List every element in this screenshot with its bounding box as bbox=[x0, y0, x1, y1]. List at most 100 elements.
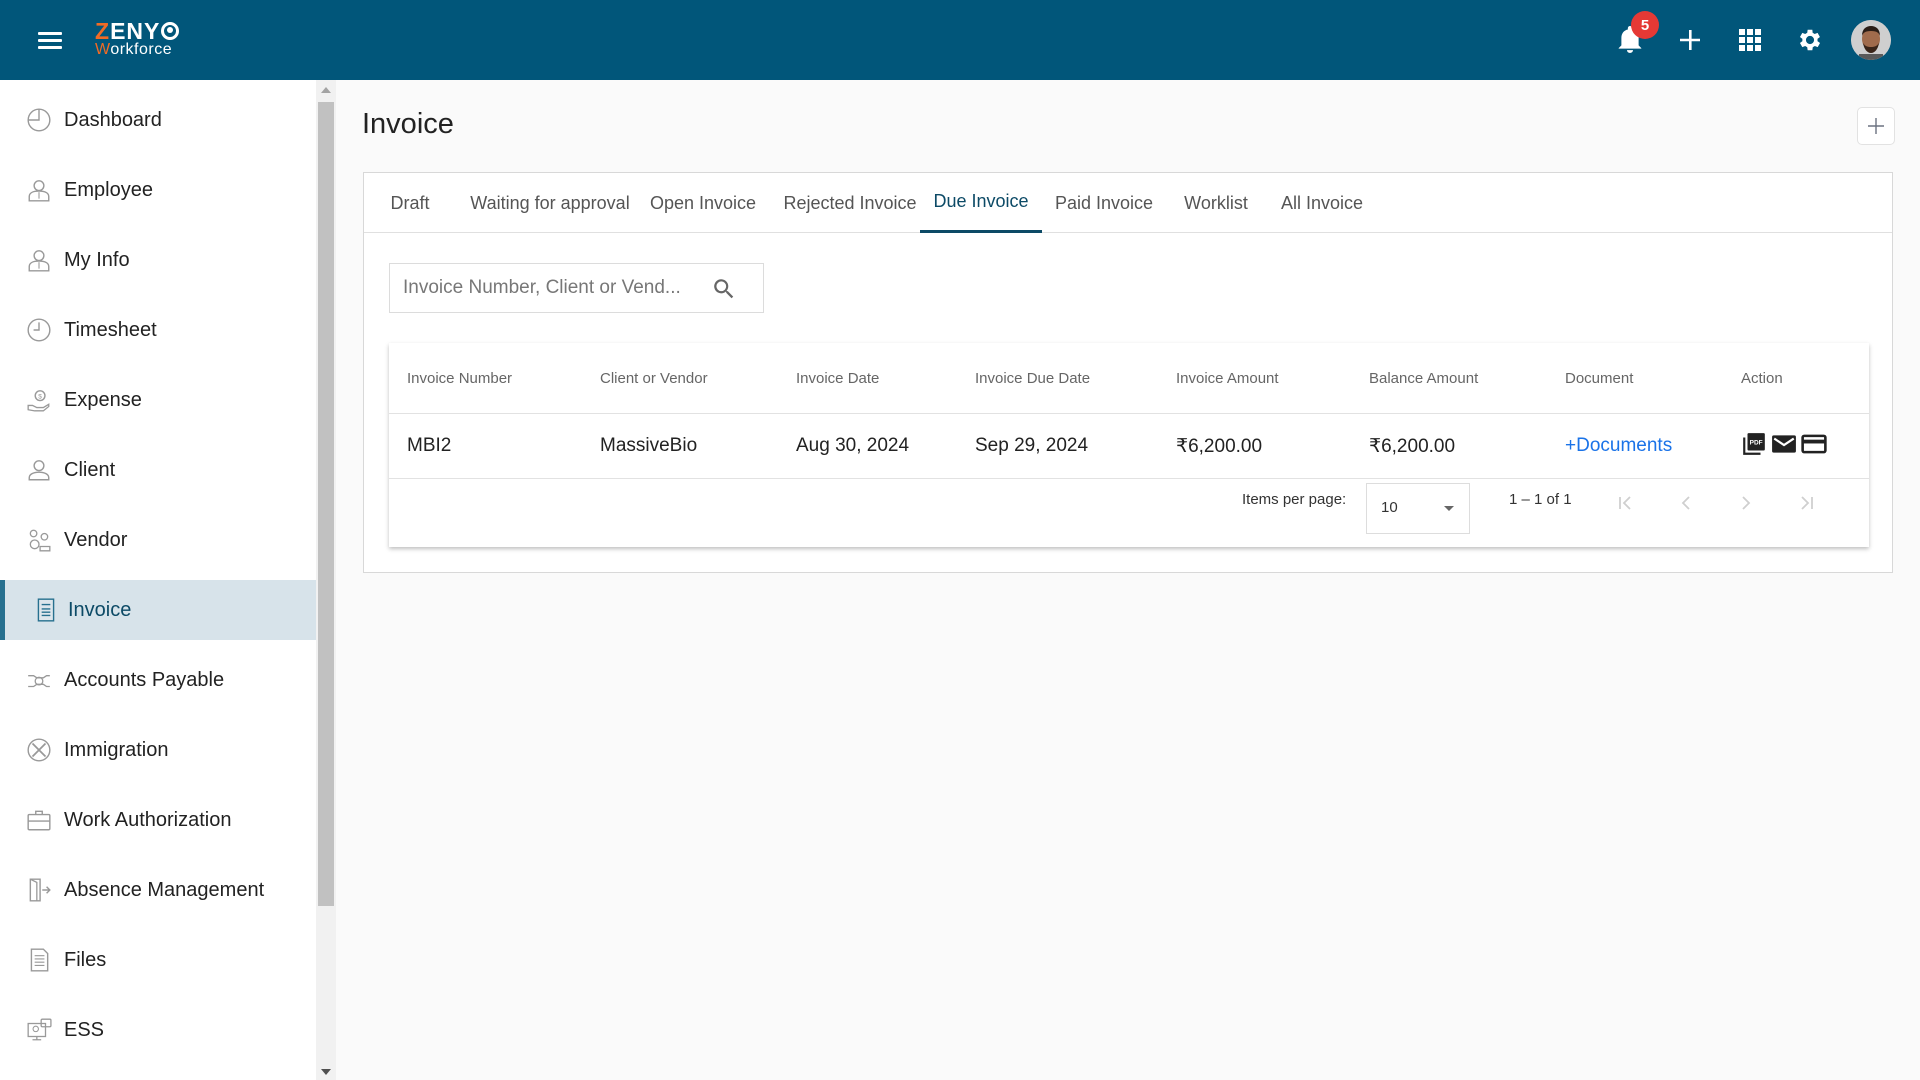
door-exit-icon bbox=[26, 877, 52, 903]
sidebar-item-label: Invoice bbox=[68, 598, 132, 621]
briefcase-icon bbox=[26, 807, 52, 833]
previous-page-button[interactable] bbox=[1672, 490, 1700, 516]
items-per-page-label: Items per page: bbox=[1242, 491, 1347, 508]
pdf-icon[interactable]: PDF bbox=[1741, 431, 1767, 457]
brand-logo[interactable]: ZENY Workforce bbox=[95, 20, 180, 58]
accounts-payable-icon bbox=[26, 667, 52, 693]
scroll-down-arrow-icon[interactable] bbox=[321, 1069, 331, 1075]
scrollbar-thumb[interactable] bbox=[318, 102, 334, 906]
tab-open-invoice[interactable]: Open Invoice bbox=[643, 173, 763, 233]
search-icon[interactable] bbox=[711, 276, 737, 302]
scroll-up-arrow-icon[interactable] bbox=[321, 87, 331, 93]
add-invoice-button[interactable] bbox=[1857, 107, 1895, 145]
clock-icon bbox=[26, 317, 52, 343]
column-header-invoice-date[interactable]: Invoice Date bbox=[796, 343, 879, 413]
tab-rejected-invoice[interactable]: Rejected Invoice bbox=[775, 173, 925, 233]
cell-balance-amount: ₹6,200.00 bbox=[1369, 435, 1456, 457]
cell-invoice-number[interactable]: MBI2 bbox=[407, 414, 451, 478]
avatar[interactable] bbox=[1851, 20, 1891, 60]
documents-link[interactable]: +Documents bbox=[1565, 414, 1672, 478]
plus-icon bbox=[1680, 30, 1700, 50]
page-range-label: 1 – 1 of 1 bbox=[1509, 491, 1572, 508]
search-input[interactable] bbox=[403, 276, 703, 300]
tab-waiting-for-approval[interactable]: Waiting for approval bbox=[460, 173, 640, 233]
items-per-page-select[interactable]: 10 bbox=[1366, 483, 1470, 534]
first-page-button[interactable] bbox=[1612, 490, 1640, 516]
sidebar: Dashboard Employee My Info Timesheet $ Expens… bbox=[0, 80, 316, 1080]
page-title: Invoice bbox=[362, 108, 454, 140]
search-box[interactable] bbox=[389, 263, 764, 313]
employee-icon bbox=[26, 177, 52, 203]
sidebar-item-vendor[interactable]: Vendor bbox=[0, 510, 316, 570]
sidebar-item-work-authorization[interactable]: Work Authorization bbox=[0, 790, 316, 850]
file-icon bbox=[26, 947, 52, 973]
vendor-icon bbox=[26, 527, 52, 553]
tab-draft[interactable]: Draft bbox=[372, 173, 448, 233]
expense-icon: $ bbox=[26, 387, 52, 413]
column-header-action: Action bbox=[1741, 369, 1783, 387]
tab-worklist[interactable]: Worklist bbox=[1170, 173, 1262, 233]
sidebar-item-immigration[interactable]: Immigration bbox=[0, 720, 316, 780]
invoice-card: Draft Waiting for approval Open Invoice Rej… bbox=[363, 172, 1893, 573]
tab-due-invoice[interactable]: Due Invoice bbox=[920, 173, 1042, 233]
sidebar-item-dashboard[interactable]: Dashboard bbox=[0, 90, 316, 150]
sidebar-item-label: Expense bbox=[64, 388, 142, 411]
sidebar-item-label: Timesheet bbox=[64, 318, 157, 341]
sidebar-item-my-info[interactable]: My Info bbox=[0, 230, 316, 290]
invoice-tabs: Draft Waiting for approval Open Invoice Rej… bbox=[364, 173, 1892, 233]
sidebar-item-absence-management[interactable]: Absence Management bbox=[0, 860, 316, 920]
email-icon[interactable] bbox=[1771, 431, 1797, 457]
column-header-invoice-number[interactable]: Invoice Number bbox=[407, 343, 512, 413]
tab-all-invoice[interactable]: All Invoice bbox=[1262, 173, 1382, 233]
items-per-page-value: 10 bbox=[1381, 499, 1398, 516]
chevron-down-icon bbox=[1444, 506, 1454, 511]
sidebar-item-label: Dashboard bbox=[64, 108, 162, 131]
last-page-button[interactable] bbox=[1792, 490, 1820, 516]
sidebar-item-invoice[interactable]: Invoice bbox=[0, 580, 316, 640]
logo-ring-icon bbox=[161, 22, 180, 40]
sidebar-item-label: Client bbox=[64, 458, 116, 481]
column-header-balance-amount[interactable]: Balance Amount bbox=[1369, 343, 1478, 413]
invoice-table: Invoice Number Client or Vendor Invoice … bbox=[389, 343, 1869, 547]
tab-paid-invoice[interactable]: Paid Invoice bbox=[1044, 173, 1164, 233]
apps-button[interactable] bbox=[1732, 22, 1768, 58]
sidebar-item-label: Files bbox=[64, 948, 107, 971]
sidebar-item-files[interactable]: Files bbox=[0, 930, 316, 990]
sidebar-item-label: Immigration bbox=[64, 738, 169, 761]
menu-icon[interactable] bbox=[38, 32, 62, 50]
sidebar-item-label: Work Authorization bbox=[64, 808, 232, 831]
sidebar-item-label: Employee bbox=[64, 178, 153, 201]
plus-icon bbox=[1868, 118, 1884, 134]
user-photo-icon bbox=[1851, 20, 1891, 60]
sidebar-item-timesheet[interactable]: Timesheet bbox=[0, 300, 316, 360]
sidebar-item-label: Accounts Payable bbox=[64, 668, 225, 691]
sidebar-item-label: My Info bbox=[64, 248, 130, 271]
sidebar-item-label: Vendor bbox=[64, 528, 128, 551]
chevron-left-icon bbox=[1681, 496, 1690, 510]
sidebar-scrollbar[interactable] bbox=[316, 80, 336, 1080]
sidebar-item-employee[interactable]: Employee bbox=[0, 160, 316, 220]
immigration-icon bbox=[26, 737, 52, 763]
cell-invoice-date: Aug 30, 2024 bbox=[796, 435, 910, 456]
payment-card-icon[interactable] bbox=[1801, 431, 1827, 457]
cell-invoice-amount: ₹6,200.00 bbox=[1176, 435, 1263, 457]
next-page-button[interactable] bbox=[1732, 490, 1760, 516]
top-bar: ZENY Workforce 5 bbox=[0, 0, 1920, 80]
dashboard-icon bbox=[26, 107, 52, 133]
sidebar-item-client[interactable]: Client bbox=[0, 440, 316, 500]
first-page-icon bbox=[1619, 496, 1631, 510]
sidebar-item-expense[interactable]: $ Expense bbox=[0, 370, 316, 430]
sidebar-item-ess[interactable]: ESS bbox=[0, 1000, 316, 1060]
column-header-client-or-vendor[interactable]: Client or Vendor bbox=[600, 343, 708, 413]
cell-client-or-vendor: MassiveBio bbox=[600, 435, 698, 456]
settings-button[interactable] bbox=[1792, 22, 1828, 58]
sidebar-item-accounts-payable[interactable]: Accounts Payable bbox=[0, 650, 316, 710]
notification-badge: 5 bbox=[1631, 11, 1659, 39]
column-header-invoice-amount[interactable]: Invoice Amount bbox=[1176, 343, 1279, 413]
quick-add-button[interactable] bbox=[1672, 22, 1708, 58]
gear-icon bbox=[1799, 29, 1821, 51]
sidebar-item-label: ESS bbox=[64, 1018, 105, 1041]
sidebar-item-label: Absence Management bbox=[64, 878, 265, 901]
column-header-document: Document bbox=[1565, 369, 1634, 387]
column-header-invoice-due-date[interactable]: Invoice Due Date bbox=[975, 343, 1090, 413]
